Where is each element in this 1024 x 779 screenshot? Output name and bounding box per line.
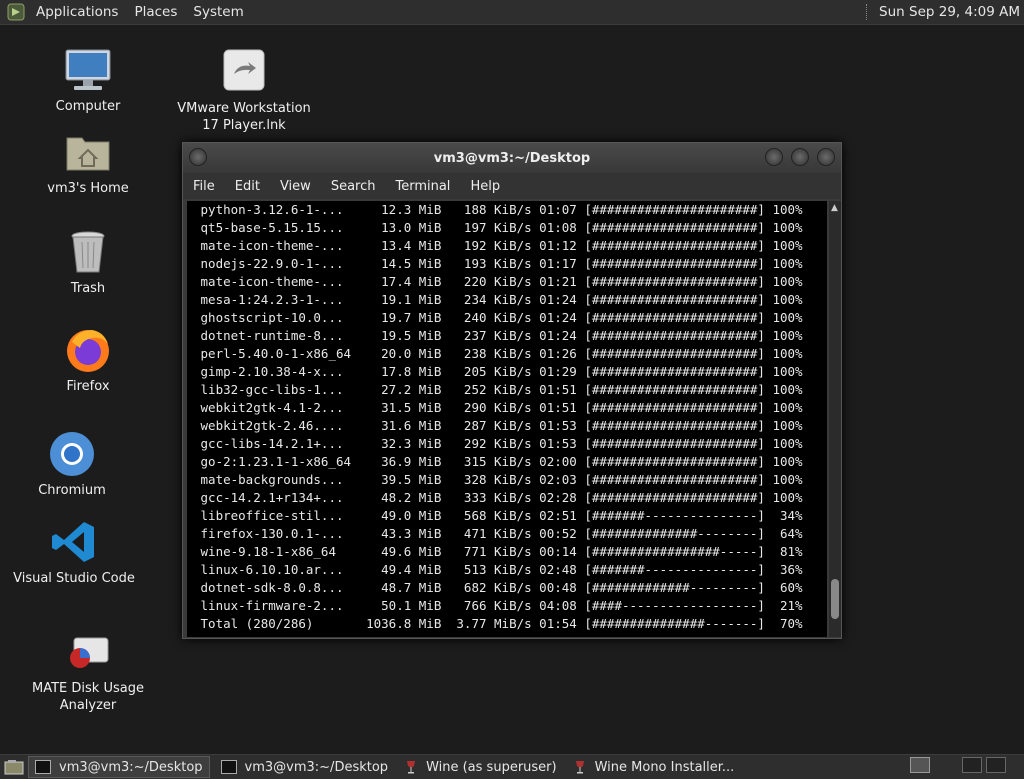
desktop-icon-disk-usage[interactable]: MATE Disk Usage Analyzer [13, 628, 163, 714]
vscode-icon [50, 518, 98, 566]
terminal-line: ghostscript-10.0... 19.7 MiB 240 KiB/s 0… [193, 310, 803, 325]
window-title: vm3@vm3:~/Desktop [433, 150, 591, 166]
vmware-shortcut-icon [220, 48, 268, 96]
desktop-icon-vscode[interactable]: Visual Studio Code [0, 518, 149, 587]
terminal-line: linux-firmware-2... 50.1 MiB 766 KiB/s 0… [193, 598, 803, 613]
main-menu-bar: Applications Places System [0, 2, 252, 22]
desktop-icon-label: Chromium [38, 483, 106, 498]
terminal-window[interactable]: vm3@vm3:~/Desktop File Edit View Search … [182, 142, 842, 639]
terminal-output[interactable]: python-3.12.6-1-... 12.3 MiB 188 KiB/s 0… [187, 201, 827, 637]
computer-icon [64, 46, 112, 94]
terminal-line: libreoffice-stil... 49.0 MiB 568 KiB/s 0… [193, 508, 803, 523]
menu-terminal[interactable]: Terminal [385, 179, 460, 194]
workspace-2[interactable] [962, 757, 982, 773]
clock[interactable]: Sun Sep 29, 4:09 AM [879, 4, 1020, 20]
terminal-line: perl-5.40.0-1-x86_64 20.0 MiB 238 KiB/s … [193, 346, 803, 361]
menu-edit[interactable]: Edit [225, 179, 270, 194]
terminal-line: wine-9.18-1-x86_64 49.6 MiB 771 KiB/s 00… [193, 544, 803, 559]
taskbar-item-label: Wine Mono Installer... [594, 759, 735, 775]
system-menu[interactable]: System [185, 4, 251, 20]
terminal-line: gcc-14.2.1+r134+... 48.2 MiB 333 KiB/s 0… [193, 490, 803, 505]
desktop-icon-label: VMware Workstation [177, 101, 311, 116]
desktop-icon-label: 17 Player.lnk [202, 118, 286, 133]
terminal-icon [220, 760, 237, 774]
terminal-line: mate-icon-theme-... 17.4 MiB 220 KiB/s 0… [193, 274, 803, 289]
workspace-1[interactable] [910, 757, 930, 773]
desktop-icon-label: Analyzer [59, 698, 117, 713]
desktop-icon-label: Visual Studio Code [13, 571, 135, 586]
scroll-up-arrow-icon[interactable]: ▲ [831, 203, 838, 213]
terminal-line: gcc-libs-14.2.1+... 32.3 MiB 292 KiB/s 0… [193, 436, 803, 451]
trash-icon [64, 228, 112, 276]
terminal-line: firefox-130.0.1-... 43.3 MiB 471 KiB/s 0… [193, 526, 803, 541]
terminal-line: nodejs-22.9.0-1-... 14.5 MiB 193 KiB/s 0… [193, 256, 803, 271]
places-menu[interactable]: Places [126, 4, 185, 20]
terminal-line: linux-6.10.10.ar... 49.4 MiB 513 KiB/s 0… [193, 562, 803, 577]
home-folder-icon [64, 128, 112, 176]
window-menu-icon[interactable] [189, 148, 207, 166]
menu-search[interactable]: Search [321, 179, 386, 194]
terminal-scrollbar[interactable]: ▲ [829, 201, 841, 637]
terminal-line: lib32-gcc-libs-1... 27.2 MiB 252 KiB/s 0… [193, 382, 803, 397]
menu-view[interactable]: View [270, 179, 321, 194]
firefox-icon [64, 326, 112, 374]
wine-icon [406, 760, 416, 774]
menu-file[interactable]: File [183, 179, 225, 194]
taskbar-item-label: vm3@vm3:~/Desktop [59, 759, 203, 775]
desktop-icon-label: MATE Disk Usage [32, 681, 144, 696]
window-titlebar[interactable]: vm3@vm3:~/Desktop [183, 143, 841, 173]
wine-icon [575, 760, 585, 774]
terminal-line: webkit2gtk-4.1-2... 31.5 MiB 290 KiB/s 0… [193, 400, 803, 415]
terminal-line: gimp-2.10.38-4-x... 17.8 MiB 205 KiB/s 0… [193, 364, 803, 379]
terminal-line: mesa-1:24.2.3-1-... 19.1 MiB 234 KiB/s 0… [193, 292, 803, 307]
terminal-line: dotnet-sdk-8.0.8... 48.7 MiB 682 KiB/s 0… [193, 580, 803, 595]
chromium-icon [48, 430, 96, 478]
bottom-panel: vm3@vm3:~/Desktop vm3@vm3:~/Desktop Wine… [0, 754, 1024, 779]
desktop-icon-label: Firefox [66, 379, 110, 394]
desktop-icon-vmware[interactable]: VMware Workstation 17 Player.lnk [169, 48, 319, 134]
taskbar-item-wine[interactable]: Wine (as superuser) [399, 756, 564, 778]
workspace-3[interactable] [986, 757, 1006, 773]
mate-logo-icon[interactable] [6, 2, 26, 22]
desktop-icon-trash[interactable]: Trash [13, 228, 163, 297]
taskbar-item-terminal-2[interactable]: vm3@vm3:~/Desktop [214, 756, 396, 778]
desktop-icon-firefox[interactable]: Firefox [13, 326, 163, 395]
desktop-icon-label: vm3's Home [47, 181, 129, 196]
close-button[interactable] [817, 148, 835, 166]
terminal-line: mate-icon-theme-... 13.4 MiB 192 KiB/s 0… [193, 238, 803, 253]
terminal-line: python-3.12.6-1-... 12.3 MiB 188 KiB/s 0… [193, 202, 803, 217]
desktop-icon-chromium[interactable]: Chromium [0, 430, 147, 499]
terminal-line: dotnet-runtime-8... 19.5 MiB 237 KiB/s 0… [193, 328, 803, 343]
show-desktop-icon[interactable] [4, 759, 24, 775]
taskbar-item-terminal-1[interactable]: vm3@vm3:~/Desktop [28, 756, 210, 778]
taskbar-item-label: vm3@vm3:~/Desktop [244, 759, 389, 775]
applications-menu[interactable]: Applications [28, 4, 126, 20]
desktop-icon-computer[interactable]: Computer [13, 46, 163, 115]
menu-help[interactable]: Help [460, 179, 510, 194]
minimize-button[interactable] [765, 148, 783, 166]
workspace-switcher[interactable] [906, 757, 1006, 775]
terminal-line: qt5-base-5.15.15... 13.0 MiB 197 KiB/s 0… [193, 220, 803, 235]
disk-usage-analyzer-icon [64, 628, 112, 676]
panel-separator [866, 4, 869, 20]
terminal-line: Total (280/286) 1036.8 MiB 3.77 MiB/s 01… [193, 616, 803, 631]
scrollbar-thumb[interactable] [831, 579, 839, 619]
terminal-line: mate-backgrounds... 39.5 MiB 328 KiB/s 0… [193, 472, 803, 487]
desktop-icon-home[interactable]: vm3's Home [13, 128, 163, 197]
maximize-button[interactable] [791, 148, 809, 166]
desktop-icon-label: Trash [70, 281, 106, 296]
taskbar-item-label: Wine (as superuser) [426, 759, 557, 775]
terminal-line: go-2:1.23.1-1-x86_64 36.9 MiB 315 KiB/s … [193, 454, 803, 469]
terminal-menubar: File Edit View Search Terminal Help [183, 173, 841, 199]
top-panel: Applications Places System Sun Sep 29, 4… [0, 0, 1024, 25]
taskbar-item-wine-mono[interactable]: Wine Mono Installer... [568, 756, 742, 778]
terminal-icon [35, 760, 51, 774]
terminal-line: webkit2gtk-2.46.... 31.6 MiB 287 KiB/s 0… [193, 418, 803, 433]
desktop-icon-label: Computer [55, 99, 121, 114]
